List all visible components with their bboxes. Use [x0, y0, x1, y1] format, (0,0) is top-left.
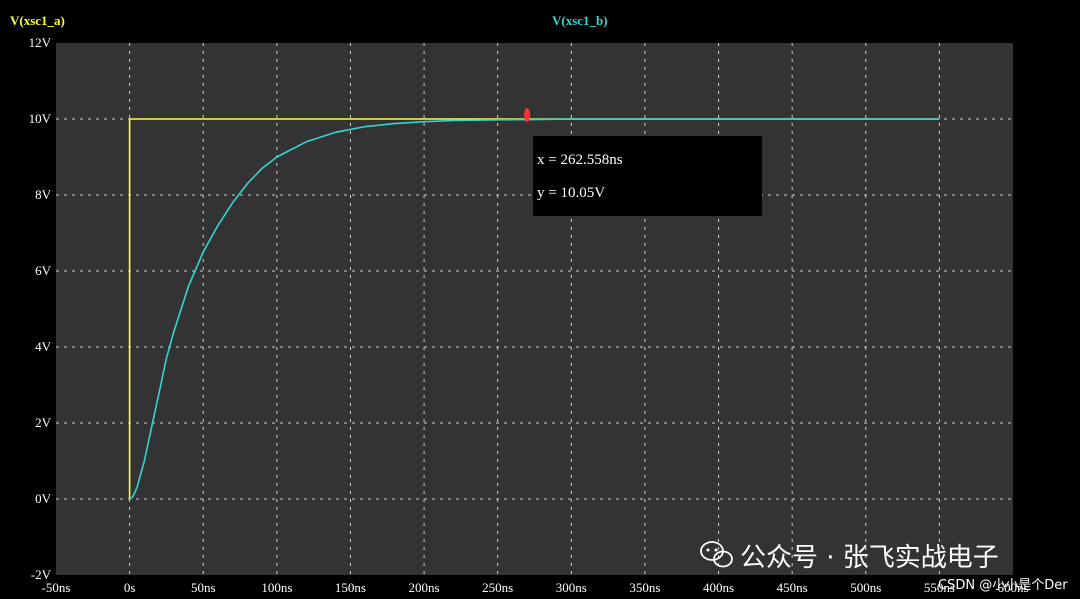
watermark-main: 公众号 · 张飞实战电子	[740, 543, 999, 573]
watermark-sub: CSDN @小小是个Der	[938, 578, 1068, 593]
x-tick-label: 500ns	[850, 580, 881, 595]
readout-box	[533, 136, 762, 216]
x-tick-label: 150ns	[335, 580, 366, 595]
y-tick-label: 10V	[29, 111, 52, 126]
y-tick-label: 8V	[35, 187, 52, 202]
x-tick-label: -50ns	[42, 580, 71, 595]
y-tick-label: 4V	[35, 339, 52, 354]
oscilloscope-chart: -50ns 0s 50ns 100ns 150ns 200ns 250ns 300ns 350n…	[0, 0, 1080, 599]
x-tick-label: 300ns	[556, 580, 587, 595]
y-tick-label: -2V	[31, 567, 52, 582]
cursor-marker[interactable]	[524, 108, 531, 123]
x-tick-label: 50ns	[191, 580, 216, 595]
cursor[interactable]	[524, 108, 531, 123]
y-tick-label: 6V	[35, 263, 52, 278]
x-tick-label: 200ns	[409, 580, 440, 595]
trace-a-title: V(xsc1_a)	[10, 13, 65, 28]
readout-y: y = 10.05V	[537, 185, 605, 201]
y-tick-label: 2V	[35, 415, 52, 430]
x-tick-label: 0s	[124, 580, 136, 595]
trace-b-title: V(xsc1_b)	[552, 13, 608, 28]
cursor-readout: x = 262.558ns y = 10.05V	[533, 136, 762, 216]
x-tick-label: 100ns	[261, 580, 292, 595]
x-tick-label: 450ns	[777, 580, 808, 595]
x-tick-label: 350ns	[629, 580, 660, 595]
x-tick-label: 400ns	[703, 580, 734, 595]
readout-x: x = 262.558ns	[537, 152, 623, 168]
y-tick-label: 12V	[29, 35, 52, 50]
plot-area	[56, 43, 1013, 575]
x-tick-label: 250ns	[482, 580, 513, 595]
y-tick-label: 0V	[35, 491, 52, 506]
